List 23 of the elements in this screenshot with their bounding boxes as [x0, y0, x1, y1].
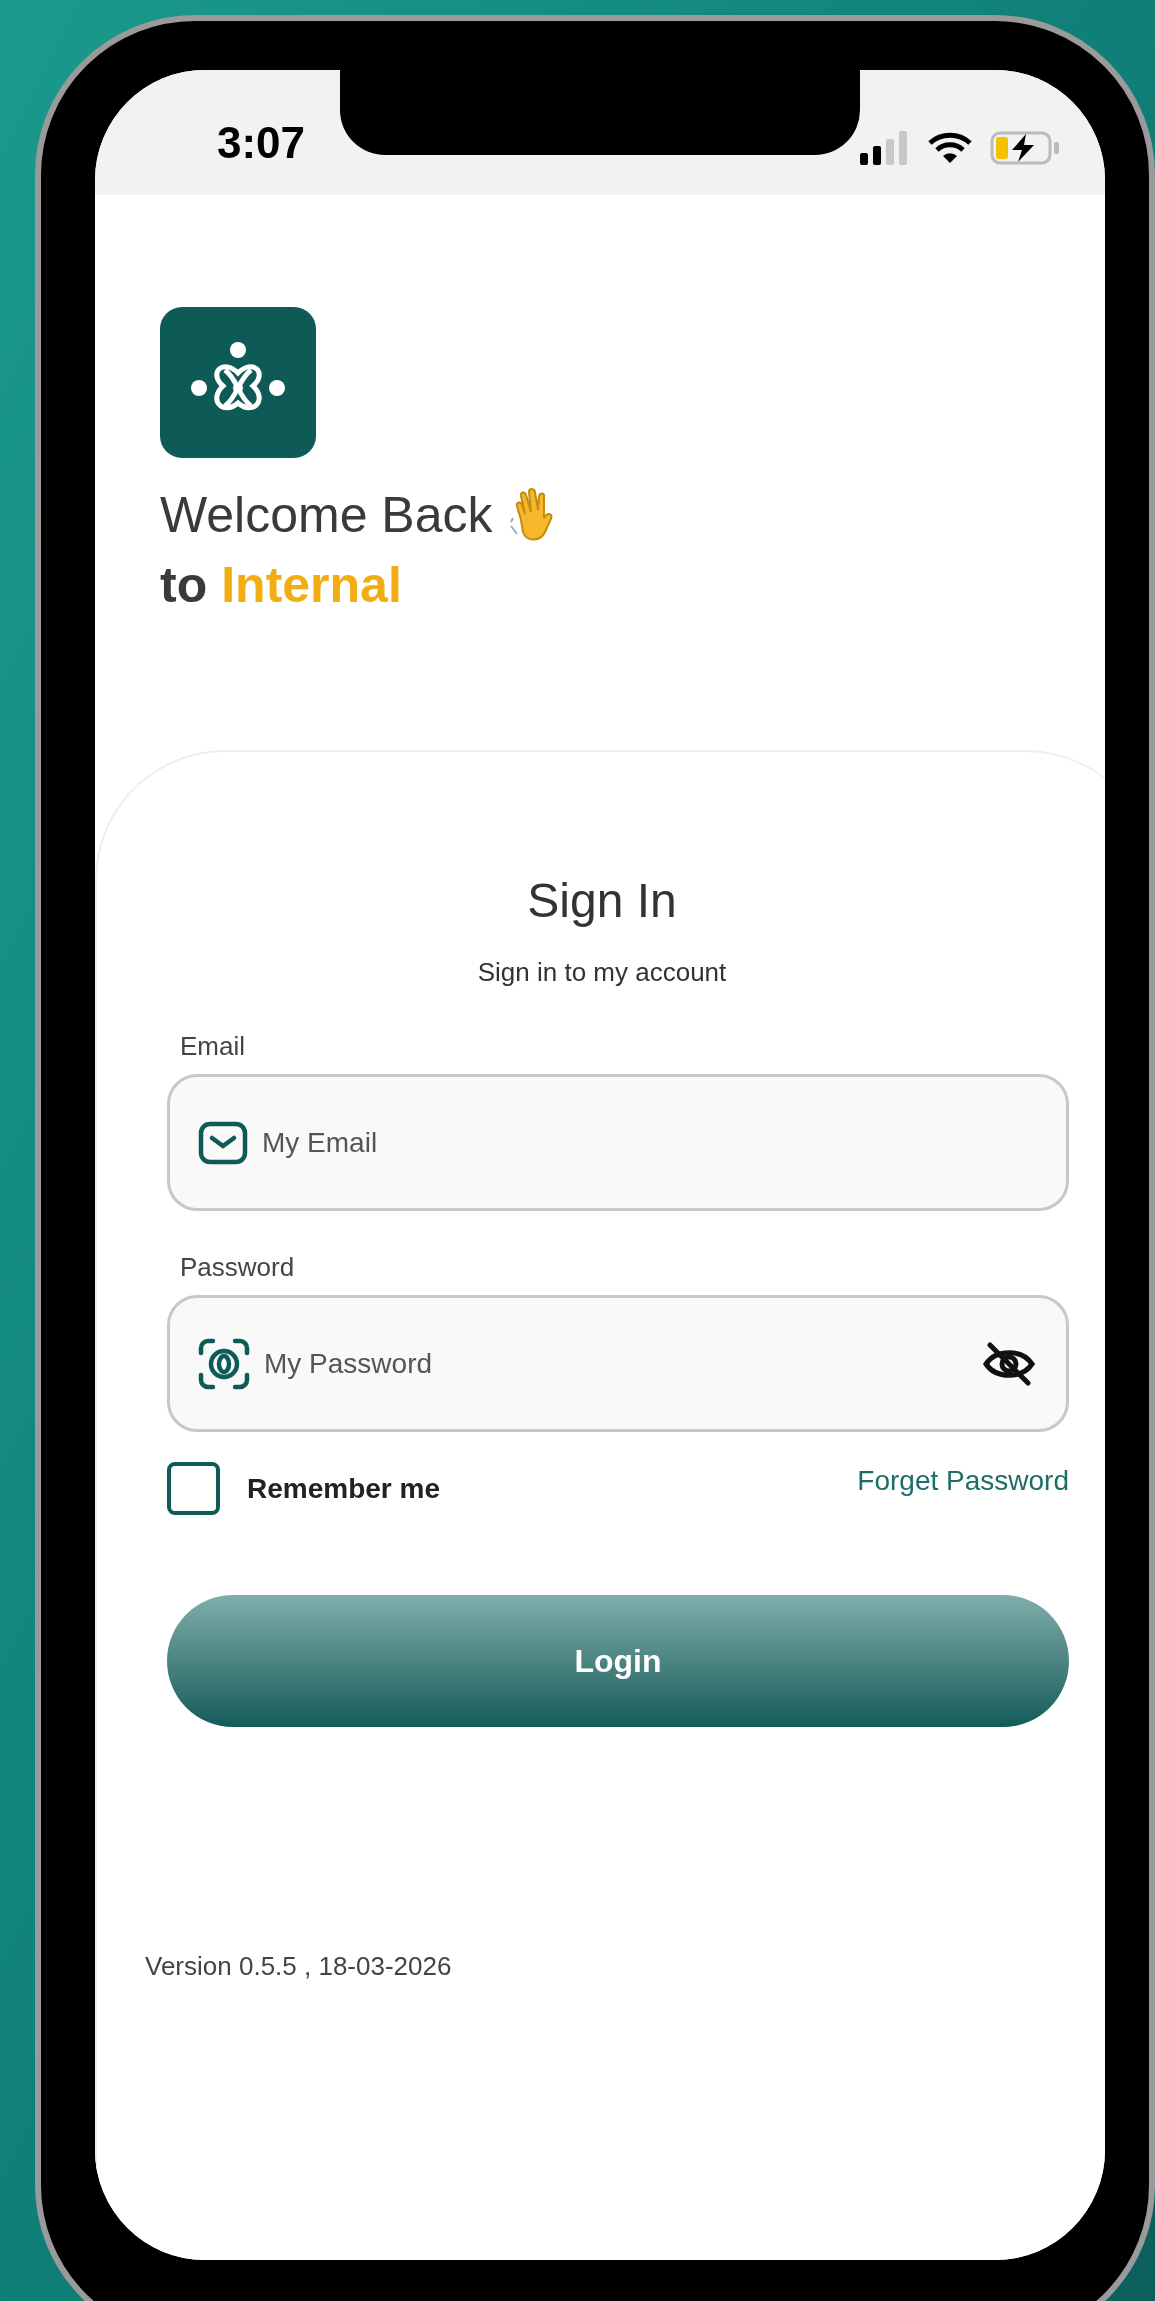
signal-icon	[860, 131, 910, 165]
brand-name: Internal	[221, 556, 402, 615]
field-label: Password	[180, 1251, 296, 1284]
status-time: 3:07	[217, 121, 306, 165]
battery-charging-icon	[990, 131, 1060, 165]
remember-me-label[interactable]: Remember me	[247, 1467, 440, 1510]
wifi-icon	[928, 132, 972, 164]
password-input[interactable]: My Password	[264, 1342, 968, 1385]
eye-slash-icon[interactable]	[982, 1340, 1036, 1387]
version-text: Version 0.5.5 , 18-03-2026	[145, 1950, 453, 1983]
sign-in-title: Sign In	[527, 877, 677, 925]
fingerprint-scan-icon	[198, 1337, 250, 1390]
email-field[interactable]: My Email	[167, 1074, 1069, 1211]
field-label: Email	[180, 1030, 246, 1063]
login-button[interactable]: Login	[167, 1595, 1069, 1727]
email-input[interactable]: My Email	[262, 1121, 1036, 1164]
forget-password-link[interactable]: Forget Password	[857, 1459, 1069, 1502]
welcome-heading-to: to	[160, 556, 208, 615]
envelope-icon	[198, 1120, 248, 1165]
password-field[interactable]: My Password	[167, 1295, 1069, 1432]
welcome-heading: Welcome Back	[160, 486, 493, 545]
remember-me-checkbox[interactable]	[167, 1462, 220, 1515]
sign-in-subtitle: Sign in to my account	[477, 956, 727, 989]
